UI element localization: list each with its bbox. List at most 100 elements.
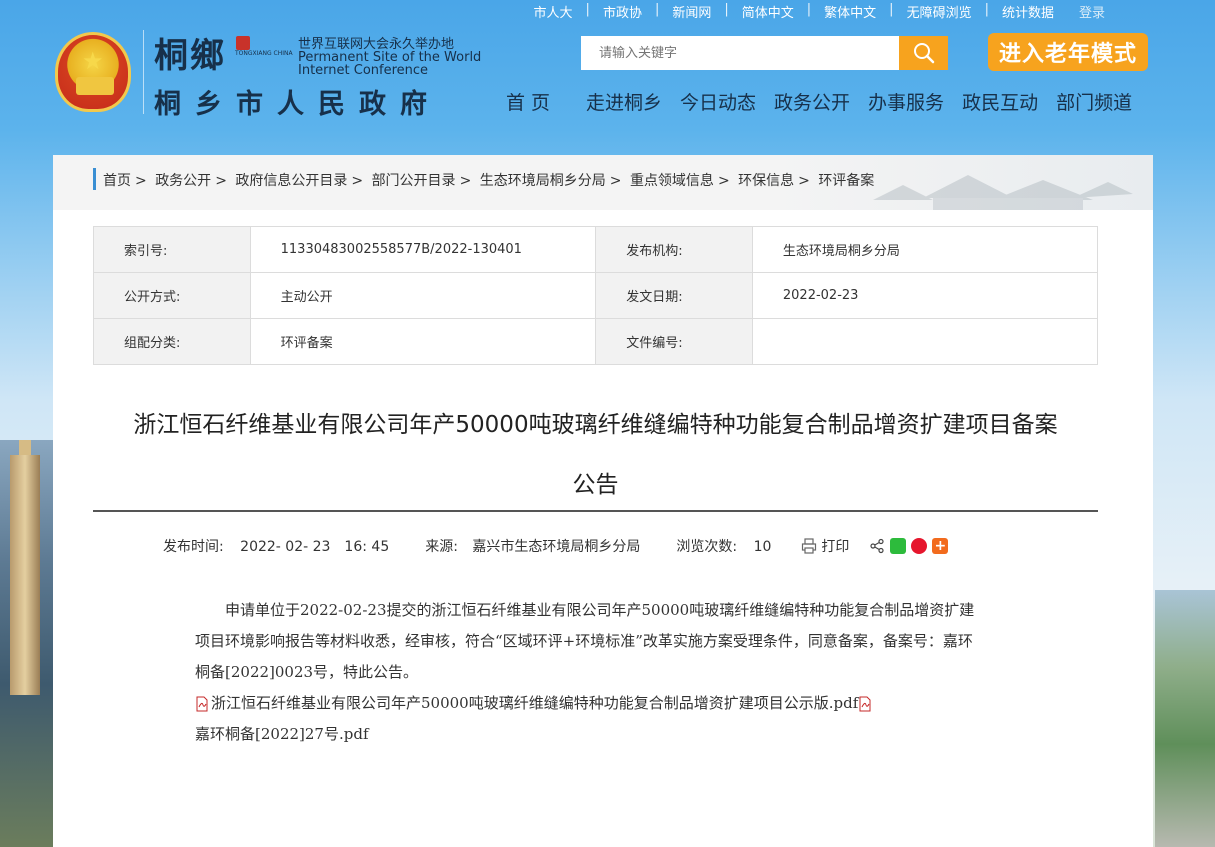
docno-label: 文件编号: xyxy=(595,318,753,365)
gate-icon xyxy=(76,77,114,95)
article-title-line1: 浙江恒石纤维基业有限公司年产50000吨玻璃纤维缝编特种功能复合制品增资扩建项目… xyxy=(133,412,1058,438)
org-value: 生态环境局桐乡分局 xyxy=(751,226,1099,273)
attachment-1-label[interactable]: 浙江恒石纤维基业有限公司年产50000吨玻璃纤维缝编特种功能复合制品增资扩建项目… xyxy=(211,688,858,719)
source-label: 来源: xyxy=(425,539,458,555)
source: 来源: 嘉兴市生态环境局桐乡分局 xyxy=(425,536,640,556)
breadcrumb-separator: > xyxy=(798,173,810,189)
nav-item-about[interactable]: 走进桐乡 xyxy=(586,88,662,115)
title-divider xyxy=(93,510,1098,512)
breadcrumb-key-areas[interactable]: 重点领域信息 xyxy=(630,173,714,189)
logo-divider xyxy=(143,30,144,114)
print-label: 打印 xyxy=(821,539,850,555)
breadcrumb: 首页 > 政务公开 > 政府信息公开目录 > 部门公开目录 > 生态环境局桐乡分局 > 重… xyxy=(103,170,874,190)
top-links: 市人大 | 市政协 | 新闻网 | 简体中文 | 繁体中文 | 无障碍浏览 | … xyxy=(534,2,1105,21)
top-link-separator: | xyxy=(806,2,812,17)
top-link-statistics[interactable]: 统计数据 xyxy=(1002,2,1054,21)
share-icon[interactable] xyxy=(869,538,885,554)
main-nav: 首页 走进桐乡 今日动态 政务公开 办事服务 政民互动 部门频道 xyxy=(506,88,1132,115)
weibo-icon[interactable] xyxy=(911,538,928,554)
top-link-separator: | xyxy=(984,2,989,17)
nav-item-departments[interactable]: 部门频道 xyxy=(1056,88,1132,115)
breadcrumb-home[interactable]: 首页 xyxy=(103,173,131,189)
pdf-icon xyxy=(196,696,208,711)
org-label: 发布机构: xyxy=(595,226,753,273)
breadcrumb-separator: > xyxy=(351,173,364,189)
share-group: + xyxy=(869,538,949,554)
nav-item-services[interactable]: 办事服务 xyxy=(868,88,944,115)
table-row: 索引号: 11330483002558577B/2022-130401 发布机构… xyxy=(93,226,1099,273)
wechat-icon[interactable] xyxy=(890,538,907,554)
top-link-separator: | xyxy=(889,2,894,17)
index-label: 索引号: xyxy=(93,226,251,273)
top-link-accessibility[interactable]: 无障碍浏览 xyxy=(907,2,972,21)
seal-icon xyxy=(236,36,250,50)
breadcrumb-separator: > xyxy=(609,173,622,189)
views-value: 10 xyxy=(753,539,772,555)
breadcrumb-info-catalog[interactable]: 政府信息公开目录 xyxy=(235,173,347,189)
breadcrumb-eia-filing[interactable]: 环评备案 xyxy=(818,173,874,189)
top-link-simplified[interactable]: 简体中文 xyxy=(742,2,794,21)
site-header: 市人大 | 市政协 | 新闻网 | 简体中文 | 繁体中文 | 无障碍浏览 | … xyxy=(0,0,1215,130)
table-row: 公开方式: 主动公开 发文日期: 2022-02-23 xyxy=(93,272,1099,319)
views: 浏览次数: 10 xyxy=(676,536,771,556)
breadcrumb-bar: 首页 > 政务公开 > 政府信息公开目录 > 部门公开目录 > 生态环境局桐乡分局 > 重… xyxy=(53,155,1153,210)
article-paragraph: 申请单位于2022-02-23提交的浙江恒石纤维基业有限公司年产50000吨玻璃… xyxy=(195,601,975,681)
top-link-separator: | xyxy=(585,2,590,17)
article-body: 申请单位于2022-02-23提交的浙江恒石纤维基业有限公司年产50000吨玻璃… xyxy=(195,595,985,750)
source-value: 嘉兴市生态环境局桐乡分局 xyxy=(472,539,641,555)
top-link-separator: | xyxy=(724,2,729,17)
table-row: 组配分类: 环评备案 文件编号: xyxy=(93,318,1099,365)
site-title: 桐乡市人民政府 xyxy=(154,89,441,120)
docno-value xyxy=(751,318,1099,365)
attachment-link-2[interactable]: 嘉环桐备[2022]27号.pdf xyxy=(195,719,985,750)
article-title: 浙江恒石纤维基业有限公司年产50000吨玻璃纤维缝编特种功能复合制品增资扩建项目… xyxy=(93,395,1098,515)
date-label: 发文日期: xyxy=(595,272,753,319)
architecture-decoration xyxy=(873,175,1133,210)
top-link-npc[interactable]: 市人大 xyxy=(534,2,573,21)
star-icon: ★ xyxy=(82,47,104,75)
breadcrumb-separator: > xyxy=(135,173,147,189)
breadcrumb-eco-bureau[interactable]: 生态环境局桐乡分局 xyxy=(480,173,606,189)
right-scenery xyxy=(1155,590,1215,847)
breadcrumb-gov-affairs[interactable]: 政务公开 xyxy=(155,173,211,189)
breadcrumb-separator: > xyxy=(717,173,730,189)
top-link-cppcc[interactable]: 市政协 xyxy=(603,2,642,21)
category-label: 组配分类: xyxy=(93,318,251,365)
publish-time: 发布时间: 2022- 02- 23 16: 45 xyxy=(163,536,389,556)
nav-item-news[interactable]: 今日动态 xyxy=(680,88,756,115)
tower-building xyxy=(10,455,40,695)
top-link-separator: | xyxy=(654,2,660,17)
breadcrumb-dept-catalog[interactable]: 部门公开目录 xyxy=(372,173,456,189)
search-input[interactable] xyxy=(581,36,899,70)
nav-item-interaction[interactable]: 政民互动 xyxy=(962,88,1038,115)
mode-value: 主动公开 xyxy=(249,272,597,319)
category-value: 环评备案 xyxy=(249,318,597,365)
print-icon xyxy=(802,538,817,554)
print-button[interactable]: 打印 xyxy=(801,536,849,556)
breadcrumb-marker xyxy=(93,168,96,190)
elder-mode-button[interactable]: 进入老年模式 xyxy=(988,33,1148,71)
attachment-link-1[interactable]: 浙江恒石纤维基业有限公司年产50000吨玻璃纤维缝编特种功能复合制品增资扩建项目… xyxy=(195,688,985,719)
breadcrumb-separator: > xyxy=(459,173,472,189)
index-value: 11330483002558577B/2022-130401 xyxy=(249,226,597,273)
breadcrumb-env-info[interactable]: 环保信息 xyxy=(738,173,794,189)
top-link-news[interactable]: 新闻网 xyxy=(672,2,711,21)
date-value: 2022-02-23 xyxy=(751,272,1099,319)
search-button[interactable] xyxy=(899,36,948,70)
nav-item-gov-affairs[interactable]: 政务公开 xyxy=(774,88,850,115)
plus-share-icon[interactable]: + xyxy=(932,538,949,554)
mode-label: 公开方式: xyxy=(93,272,251,319)
views-label: 浏览次数: xyxy=(676,539,738,555)
login-link[interactable]: 登录 xyxy=(1079,2,1105,21)
attachment-2-label[interactable]: 嘉环桐备[2022]27号.pdf xyxy=(195,719,369,750)
breadcrumb-separator: > xyxy=(215,173,227,189)
wic-en-line2: Internet Conference xyxy=(298,63,429,78)
article-info-row: 发布时间: 2022- 02- 23 16: 45 来源: 嘉兴市生态环境局桐乡… xyxy=(163,536,949,556)
article-title-line2: 公告 xyxy=(572,472,619,498)
national-emblem-icon: ★ xyxy=(55,32,131,112)
search-icon xyxy=(913,43,934,64)
publish-value: 2022- 02- 23 16: 45 xyxy=(240,539,390,555)
top-link-traditional[interactable]: 繁体中文 xyxy=(824,2,876,21)
nav-item-home[interactable]: 首页 xyxy=(506,88,586,115)
metadata-table: 索引号: 11330483002558577B/2022-130401 发布机构… xyxy=(93,226,1099,365)
